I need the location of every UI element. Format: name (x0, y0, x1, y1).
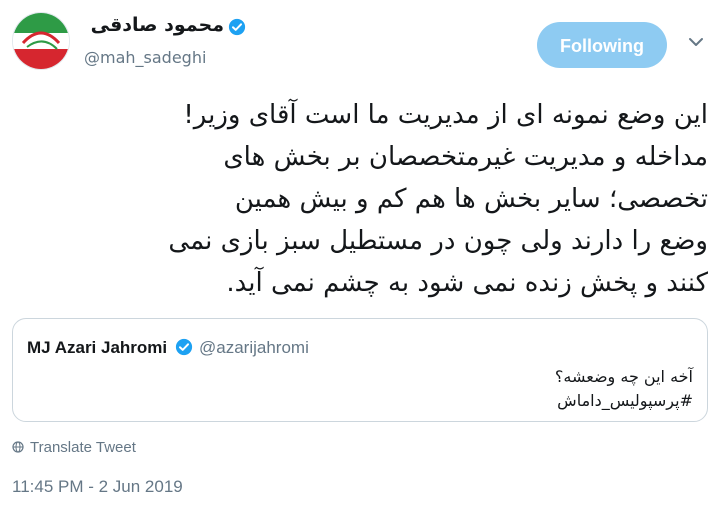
verified-badge-icon (228, 18, 246, 36)
author-display-name[interactable]: محمود صادقی (84, 12, 224, 38)
avatar[interactable] (12, 12, 70, 70)
tweet-text: این وضع نمونه ای از مدیریت ما است آقای و… (10, 94, 708, 304)
quoted-tweet-card[interactable]: MJ Azari Jahromi @azarijahromi آخه این چ… (12, 318, 708, 422)
chevron-down-icon[interactable] (688, 34, 704, 50)
author-handle[interactable]: @mah_sadeghi (84, 48, 206, 68)
quoted-author-name: MJ Azari Jahromi (27, 338, 168, 357)
verified-badge-icon (175, 338, 193, 356)
globe-icon (12, 441, 24, 453)
quoted-tweet-text: آخه این چه وضعشه؟ #پرسپولیس_داماش (555, 365, 693, 413)
translate-tweet-label: Translate Tweet (30, 439, 136, 456)
tweet-line: این وضع نمونه ای از مدیریت ما است آقای و… (183, 100, 708, 130)
following-button[interactable]: Following (537, 22, 667, 68)
tweet-timestamp[interactable]: 11:45 PM - 2 Jun 2019 (12, 476, 183, 498)
tweet-line: تخصصی؛ سایر بخش ها هم کم و بیش همین (234, 184, 708, 214)
tweet-line: مداخله و مدیریت غیرمتخصصان بر بخش های (223, 142, 708, 172)
quoted-author-handle: @azarijahromi (199, 338, 309, 357)
tweet-line: کنند و پخش زنده نمی شود به چشم نمی آید. (226, 268, 708, 298)
tweet-line: وضع را دارند ولی چون در مستطیل سبز بازی … (168, 226, 708, 256)
translate-tweet-link[interactable]: Translate Tweet (12, 438, 136, 458)
avatar-flag-image (13, 13, 69, 69)
quoted-tweet-hashtag[interactable]: #پرسپولیس_داماش (555, 389, 693, 413)
quoted-tweet-line: آخه این چه وضعشه؟ (554, 367, 693, 386)
